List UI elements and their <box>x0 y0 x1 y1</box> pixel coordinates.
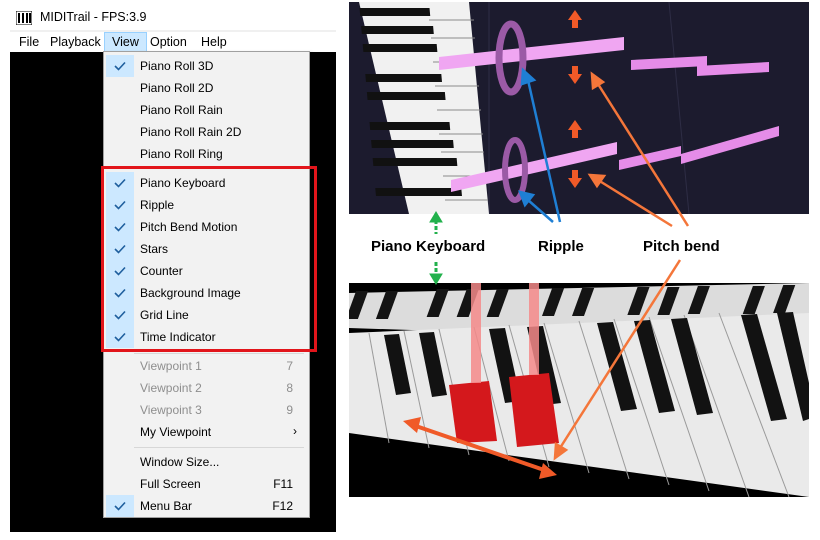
label-ripple: Ripple <box>538 238 584 255</box>
menu-item-label: My Viewpoint <box>140 425 212 439</box>
menu-item-label: Piano Roll 3D <box>140 59 214 73</box>
check-icon <box>106 495 134 517</box>
menu-item-shortcut: F11 <box>273 477 293 491</box>
check-icon <box>106 55 134 77</box>
bottom-3d-view <box>349 283 809 497</box>
label-piano-keyboard: Piano Keyboard <box>371 238 486 255</box>
menu-item-shortcut: 8 <box>286 381 293 395</box>
menu-view[interactable]: View <box>104 32 147 52</box>
menu-separator <box>134 447 304 448</box>
menu-help[interactable]: Help <box>194 32 234 52</box>
menu-item-shortcut: 7 <box>286 359 293 373</box>
menu-item-piano-roll-rain[interactable]: Piano Roll Rain <box>106 99 307 121</box>
menu-separator <box>134 353 304 354</box>
menu-item-piano-roll-ring[interactable]: Piano Roll Ring <box>106 143 307 165</box>
menu-bar: File Playback View Option Help <box>10 32 336 52</box>
menu-item-window-size[interactable]: Window Size... <box>106 451 307 473</box>
menu-file[interactable]: File <box>12 32 46 52</box>
menu-item-label: Piano Roll 2D <box>140 81 214 95</box>
menu-item-label: Viewpoint 1 <box>140 359 202 373</box>
title-bar: MIDITrail - FPS:3.9 <box>10 6 336 30</box>
label-pitch-bend: Pitch bend <box>643 238 720 255</box>
menu-item-piano-roll-2d[interactable]: Piano Roll 2D <box>106 77 307 99</box>
menu-item-shortcut: 9 <box>286 403 293 417</box>
menu-item-label: Piano Roll Rain 2D <box>140 125 242 139</box>
app-icon <box>16 11 32 25</box>
menu-item-label: Window Size... <box>140 455 220 469</box>
chevron-right-icon: › <box>293 424 297 438</box>
window-title: MIDITrail - FPS:3.9 <box>40 10 147 24</box>
menu-playback[interactable]: Playback <box>43 32 108 52</box>
menu-item-label: Menu Bar <box>140 499 193 513</box>
menu-option[interactable]: Option <box>143 32 194 52</box>
keyboard-scene <box>349 283 809 497</box>
menu-item-label: Viewpoint 2 <box>140 381 202 395</box>
piano-roll-scene <box>359 2 779 214</box>
highlight-box <box>101 166 317 352</box>
menu-item-label: Piano Roll Ring <box>140 147 223 161</box>
menu-item-full-screen[interactable]: Full Screen F11 <box>106 473 307 495</box>
menu-item-menu-bar[interactable]: Menu Bar F12 <box>106 495 307 517</box>
menu-item-viewpoint-2[interactable]: Viewpoint 2 8 <box>106 377 307 399</box>
menu-item-label: Full Screen <box>140 477 201 491</box>
menu-item-my-viewpoint[interactable]: My Viewpoint › <box>106 421 307 443</box>
menu-item-label: Viewpoint 3 <box>140 403 202 417</box>
note-bars <box>439 37 779 192</box>
top-3d-view <box>349 2 809 214</box>
menu-item-viewpoint-1[interactable]: Viewpoint 1 7 <box>106 355 307 377</box>
menu-item-piano-roll-rain-2d[interactable]: Piano Roll Rain 2D <box>106 121 307 143</box>
menu-item-label: Piano Roll Rain <box>140 103 223 117</box>
menu-item-viewpoint-3[interactable]: Viewpoint 3 9 <box>106 399 307 421</box>
menu-item-shortcut: F12 <box>272 499 293 513</box>
menu-item-piano-roll-3d[interactable]: Piano Roll 3D <box>106 55 307 77</box>
